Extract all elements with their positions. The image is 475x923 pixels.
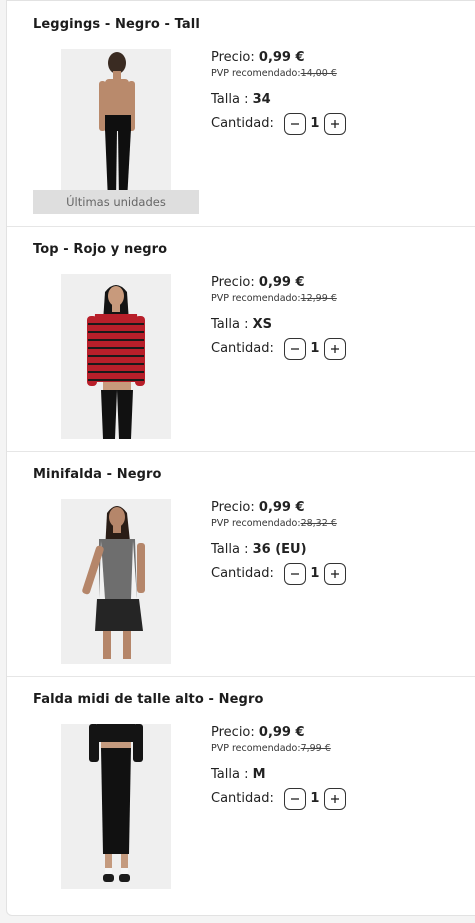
minus-icon bbox=[290, 348, 299, 350]
cart-item: Falda midi de talle alto - Negro Precio: bbox=[7, 676, 475, 901]
size-value: M bbox=[252, 767, 266, 782]
price-value: 0,99 € bbox=[258, 725, 305, 740]
price-label: Precio: bbox=[211, 725, 255, 740]
rrp-row: PVP recomendado:28,32 € bbox=[211, 517, 471, 531]
price-value: 0,99 € bbox=[258, 275, 305, 290]
minus-icon bbox=[290, 573, 299, 575]
decrease-quantity-button[interactable] bbox=[283, 563, 306, 585]
minus-icon bbox=[290, 123, 299, 125]
quantity-label: Cantidad: bbox=[211, 341, 274, 356]
decrease-quantity-button[interactable] bbox=[283, 338, 306, 360]
rrp-row: PVP recomendado:14,00 € bbox=[211, 67, 471, 81]
size-value: 36 (EU) bbox=[252, 542, 307, 557]
product-info: Precio: 0,99 € PVP recomendado:12,99 € T… bbox=[211, 274, 471, 361]
rrp-value: 14,00 € bbox=[300, 68, 337, 79]
product-title[interactable]: Minifalda - Negro bbox=[33, 467, 162, 482]
size-value: XS bbox=[252, 317, 272, 332]
product-title[interactable]: Top - Rojo y negro bbox=[33, 242, 167, 257]
decrease-quantity-button[interactable] bbox=[283, 113, 306, 135]
size-label: Talla : bbox=[211, 542, 249, 557]
quantity-stepper: Cantidad: 1 bbox=[211, 787, 471, 811]
rrp-value: 12,99 € bbox=[300, 293, 337, 304]
low-stock-badge: Últimas unidades bbox=[33, 190, 199, 214]
product-info: Precio: 0,99 € PVP recomendado:7,99 € Ta… bbox=[211, 724, 471, 811]
increase-quantity-button[interactable] bbox=[323, 563, 346, 585]
rrp-value: 28,32 € bbox=[300, 518, 337, 529]
cart-item: Top - Rojo y negro Precio: 0,99 € PVP re… bbox=[7, 226, 475, 452]
product-image[interactable] bbox=[61, 499, 171, 664]
quantity-stepper: Cantidad: 1 bbox=[211, 112, 471, 136]
size-value: 34 bbox=[252, 92, 271, 107]
cart-items-panel: Leggings - Negro - Tall Últimas unidades… bbox=[6, 0, 475, 916]
cart-item: Minifalda - Negro Precio: 0,99 € PVP rec… bbox=[7, 451, 475, 677]
size-row: Talla : M bbox=[211, 766, 471, 784]
size-label: Talla : bbox=[211, 767, 249, 782]
decrease-quantity-button[interactable] bbox=[283, 788, 306, 810]
quantity-stepper: Cantidad: 1 bbox=[211, 562, 471, 586]
price-row: Precio: 0,99 € bbox=[211, 499, 471, 517]
price-row: Precio: 0,99 € bbox=[211, 49, 471, 67]
plus-icon bbox=[330, 345, 339, 353]
rrp-value: 7,99 € bbox=[300, 743, 331, 754]
plus-icon bbox=[330, 120, 339, 128]
price-value: 0,99 € bbox=[258, 50, 305, 65]
plus-icon bbox=[330, 570, 339, 578]
price-row: Precio: 0,99 € bbox=[211, 724, 471, 742]
product-image[interactable] bbox=[61, 274, 171, 439]
rrp-label: PVP recomendado: bbox=[211, 293, 301, 304]
quantity-label: Cantidad: bbox=[211, 566, 274, 581]
product-title[interactable]: Falda midi de talle alto - Negro bbox=[33, 692, 264, 707]
price-row: Precio: 0,99 € bbox=[211, 274, 471, 292]
quantity-label: Cantidad: bbox=[211, 116, 274, 131]
price-label: Precio: bbox=[211, 500, 255, 515]
size-row: Talla : XS bbox=[211, 316, 471, 334]
increase-quantity-button[interactable] bbox=[323, 788, 346, 810]
cart-item: Leggings - Negro - Tall Últimas unidades… bbox=[7, 1, 475, 227]
price-label: Precio: bbox=[211, 50, 255, 65]
size-row: Talla : 34 bbox=[211, 91, 471, 109]
size-label: Talla : bbox=[211, 317, 249, 332]
product-title[interactable]: Leggings - Negro - Tall bbox=[33, 17, 200, 32]
product-info: Precio: 0,99 € PVP recomendado:14,00 € T… bbox=[211, 49, 471, 136]
product-info: Precio: 0,99 € PVP recomendado:28,32 € T… bbox=[211, 499, 471, 586]
rrp-label: PVP recomendado: bbox=[211, 743, 301, 754]
size-row: Talla : 36 (EU) bbox=[211, 541, 471, 559]
rrp-label: PVP recomendado: bbox=[211, 68, 301, 79]
product-image[interactable] bbox=[61, 724, 171, 889]
quantity-stepper: Cantidad: 1 bbox=[211, 337, 471, 361]
increase-quantity-button[interactable] bbox=[323, 338, 346, 360]
price-value: 0,99 € bbox=[258, 500, 305, 515]
quantity-label: Cantidad: bbox=[211, 791, 274, 806]
rrp-label: PVP recomendado: bbox=[211, 518, 301, 529]
rrp-row: PVP recomendado:12,99 € bbox=[211, 292, 471, 306]
rrp-row: PVP recomendado:7,99 € bbox=[211, 742, 471, 756]
size-label: Talla : bbox=[211, 92, 249, 107]
plus-icon bbox=[330, 795, 339, 803]
minus-icon bbox=[290, 798, 299, 800]
quantity-value: 1 bbox=[310, 116, 320, 131]
increase-quantity-button[interactable] bbox=[323, 113, 346, 135]
quantity-value: 1 bbox=[310, 341, 320, 356]
quantity-value: 1 bbox=[310, 566, 320, 581]
price-label: Precio: bbox=[211, 275, 255, 290]
quantity-value: 1 bbox=[310, 791, 320, 806]
